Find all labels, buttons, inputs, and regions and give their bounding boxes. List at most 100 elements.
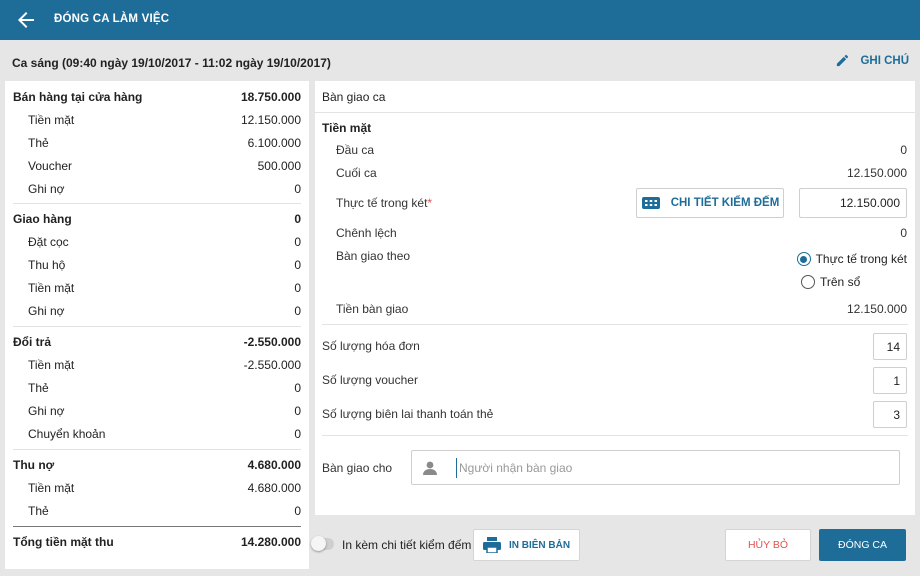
summary-row: Tiền mặt -2.550.000 — [28, 355, 301, 375]
group-label: Giao hàng — [13, 212, 72, 226]
include-count-detail-label: In kèm chi tiết kiểm đếm — [342, 538, 472, 552]
invoice-count-label: Số lượng hóa đơn — [322, 339, 420, 353]
note-button[interactable]: GHI CHÚ — [835, 53, 909, 68]
divider — [13, 203, 301, 204]
group-label: Bán hàng tại cửa hàng — [13, 90, 143, 104]
group-value: 18.750.000 — [240, 90, 301, 104]
receiver-field[interactable] — [411, 450, 900, 485]
summary-row: Tiền mặt 4.680.000 — [28, 478, 301, 498]
print-report-button[interactable]: IN BIÊN BẢN — [473, 529, 580, 561]
difference-label: Chênh lệch — [336, 226, 397, 240]
summary-group-returns: Đổi trả -2.550.000 — [13, 332, 301, 352]
row-value: 4.680.000 — [247, 481, 301, 495]
summary-row: Chuyển khoản 0 — [28, 424, 301, 444]
shift-header: Ca sáng (09:40 ngày 19/10/2017 - 11:02 n… — [0, 40, 920, 82]
row-label: Tiền mặt — [28, 281, 75, 295]
row-label: Thẻ — [28, 136, 49, 150]
cash-register-icon — [641, 197, 660, 209]
group-label: Đổi trả — [13, 335, 52, 349]
note-label: GHI CHÚ — [860, 54, 909, 67]
summary-group-debt-collection: Thu nợ 4.680.000 — [13, 455, 301, 475]
voucher-count-input[interactable]: 1 — [873, 367, 907, 394]
card-receipt-count-label: Số lượng biên lai thanh toán thẻ — [322, 407, 494, 421]
row-value: 0 — [294, 182, 301, 196]
row-value: 0 — [294, 427, 301, 441]
receiver-input[interactable] — [456, 458, 886, 478]
divider — [315, 112, 915, 113]
row-value: 0 — [294, 235, 301, 249]
row-label: Tiền mặt — [28, 481, 75, 495]
summary-group-delivery: Giao hàng 0 — [13, 209, 301, 229]
row-value: 500.000 — [257, 159, 301, 173]
summary-row: Tiền mặt 12.150.000 — [28, 110, 301, 130]
handover-amount-label: Tiền bàn giao — [336, 302, 409, 316]
summary-row: Thu hộ 0 — [28, 255, 301, 275]
divider — [13, 449, 301, 450]
group-value: 0 — [294, 212, 301, 226]
opening-label: Đầu ca — [336, 143, 375, 157]
summary-total: Tổng tiền mặt thu 14.280.000 — [13, 532, 301, 552]
group-label: Thu nợ — [13, 458, 55, 472]
summary-row: Voucher 500.000 — [28, 156, 301, 176]
page-title: ĐÓNG CA LÀM VIỆC — [54, 13, 170, 25]
row-label: Tiền mặt — [28, 113, 75, 127]
group-value: 4.680.000 — [247, 458, 301, 472]
total-value: 14.280.000 — [240, 535, 301, 549]
voucher-count-label: Số lượng voucher — [322, 373, 418, 387]
count-detail-button[interactable]: CHI TIẾT KIỂM ĐẾM — [636, 188, 784, 218]
row-value: 0 — [294, 281, 301, 295]
actual-cash-input[interactable]: 12.150.000 — [799, 188, 907, 218]
radio-unselected-icon — [801, 275, 815, 289]
row-label: Đặt cọc — [28, 235, 69, 249]
difference-value: 0 — [900, 226, 907, 240]
row-value: 0 — [294, 381, 301, 395]
total-label: Tổng tiền mặt thu — [13, 535, 114, 549]
cancel-button[interactable]: HỦY BỎ — [725, 529, 811, 561]
row-label: Chuyển khoản — [28, 427, 106, 441]
divider — [322, 324, 908, 325]
row-value: 0 — [294, 304, 301, 318]
app-bar: ĐÓNG CA LÀM VIỆC — [0, 0, 920, 40]
row-value: 12.150.000 — [240, 113, 301, 127]
handover-by-label: Bàn giao theo — [336, 249, 411, 263]
summary-row: Thẻ 0 — [28, 378, 301, 398]
opening-value: 0 — [900, 143, 907, 157]
row-label: Voucher — [28, 159, 73, 173]
invoice-count-input[interactable]: 14 — [873, 333, 907, 360]
row-label: Thẻ — [28, 381, 49, 395]
summary-row: Ghi nợ 0 — [28, 401, 301, 421]
row-label: Tiền mặt — [28, 358, 75, 372]
row-label: Thu hộ — [28, 258, 66, 272]
count-detail-label: CHI TIẾT KIỂM ĐẾM — [670, 197, 780, 209]
printer-icon — [482, 537, 501, 553]
print-report-label: IN BIÊN BẢN — [508, 539, 571, 551]
close-shift-button[interactable]: ĐÓNG CA — [819, 529, 906, 561]
required-mark: * — [427, 196, 433, 210]
summary-row: Ghi nợ 0 — [28, 301, 301, 321]
row-value: 0 — [294, 504, 301, 518]
actual-label-text: Thực tế trong két — [336, 196, 428, 210]
closing-label: Cuối ca — [336, 166, 377, 180]
row-value: 0 — [294, 404, 301, 418]
shift-info: Ca sáng (09:40 ngày 19/10/2017 - 11:02 n… — [12, 56, 331, 70]
radio-selected-icon — [796, 252, 811, 266]
radio-label: Trên sổ — [820, 275, 861, 289]
pencil-icon — [837, 54, 849, 67]
summary-row: Đặt cọc 0 — [28, 232, 301, 252]
radio-actual-in-safe[interactable]: Thực tế trong két — [796, 252, 907, 266]
summary-row: Thẻ 0 — [28, 501, 301, 521]
row-value: 6.100.000 — [247, 136, 301, 150]
cash-section-title: Tiền mặt — [322, 121, 372, 135]
row-label: Thẻ — [28, 504, 49, 518]
row-label: Ghi nợ — [28, 404, 65, 418]
shift-summary-panel: Bán hàng tại cửa hàng 18.750.000 Tiền mặ… — [5, 81, 309, 569]
group-value: -2.550.000 — [243, 335, 301, 349]
summary-row: Ghi nợ 0 — [28, 179, 301, 199]
radio-on-book[interactable]: Trên sổ — [801, 275, 860, 289]
actual-label: Thực tế trong két* — [336, 196, 432, 210]
row-label: Ghi nợ — [28, 304, 65, 318]
include-count-detail-toggle[interactable] — [311, 536, 334, 551]
radio-label: Thực tế trong két — [815, 252, 907, 266]
back-arrow-icon[interactable] — [14, 8, 38, 32]
card-receipt-count-input[interactable]: 3 — [873, 401, 907, 428]
